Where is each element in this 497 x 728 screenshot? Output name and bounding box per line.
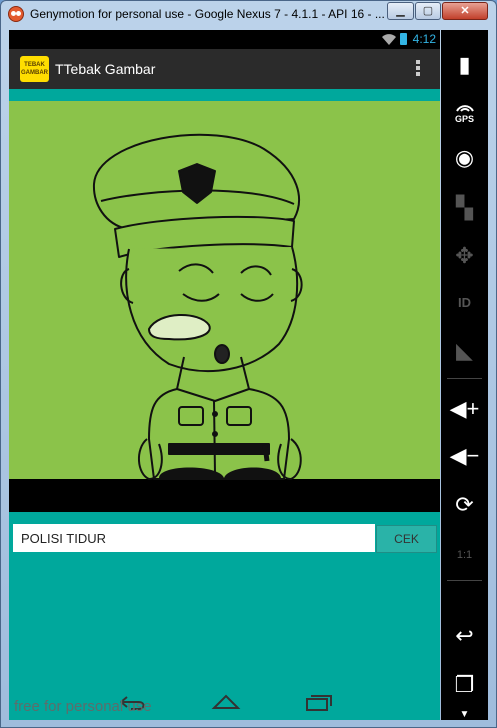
genymotion-icon bbox=[8, 6, 24, 22]
gps-label: GPS bbox=[454, 114, 474, 124]
emulator-window: Genymotion for personal use - Google Nex… bbox=[0, 0, 497, 728]
scale-icon: 1:1 bbox=[456, 549, 473, 561]
android-screen: 4:12 TEBAK GAMBAR TTebak Gambar POLISI T… bbox=[9, 30, 440, 720]
side-back-icon[interactable]: ↩ bbox=[441, 623, 488, 649]
overflow-menu-icon[interactable] bbox=[416, 60, 420, 78]
dpad-icon: ✥ bbox=[455, 243, 474, 268]
status-time: 4:12 bbox=[412, 32, 436, 46]
app-title: TTebak Gambar bbox=[55, 61, 156, 77]
battery-icon bbox=[400, 33, 407, 45]
gps-icon[interactable]: GPS bbox=[441, 102, 488, 124]
cek-button[interactable]: CEK bbox=[376, 525, 437, 553]
network-icon: ◣ bbox=[456, 338, 473, 363]
android-status-bar: 4:12 bbox=[9, 30, 440, 49]
app-logo: TEBAK GAMBAR bbox=[20, 56, 49, 82]
minimize-button[interactable]: ▁ bbox=[387, 2, 414, 20]
wifi-icon bbox=[382, 34, 396, 45]
recent-apps-icon[interactable] bbox=[303, 693, 333, 711]
rotate-icon[interactable]: ⟳ bbox=[441, 492, 488, 518]
window-title: Genymotion for personal use - Google Nex… bbox=[30, 7, 385, 21]
watermark-text: free for personal use bbox=[14, 698, 152, 715]
answer-input[interactable] bbox=[13, 524, 375, 552]
home-icon[interactable] bbox=[211, 693, 241, 711]
action-bar: TEBAK GAMBAR TTebak Gambar bbox=[9, 49, 440, 89]
maximize-button[interactable]: ▢ bbox=[415, 2, 441, 20]
media-icon: ▚ bbox=[456, 195, 473, 220]
volume-down-icon[interactable]: ◀− bbox=[441, 443, 488, 469]
sidebar-divider bbox=[447, 378, 482, 379]
quiz-picture bbox=[9, 89, 440, 512]
window-titlebar[interactable]: Genymotion for personal use - Google Nex… bbox=[1, 1, 497, 27]
volume-up-icon[interactable]: ◀+ bbox=[441, 396, 488, 422]
device-id-icon: ID bbox=[458, 295, 471, 310]
webcam-icon[interactable]: ◉ bbox=[441, 145, 488, 171]
more-arrow-icon[interactable]: ▼ bbox=[441, 702, 488, 728]
genymotion-sidebar: ▮ GPS ◉ ▚ ✥ ID ◣ ◀+ ◀− ⟳ 1:1 ↩ ❐ ▼ bbox=[441, 30, 488, 720]
battery-widget-icon[interactable]: ▮ bbox=[441, 52, 488, 78]
close-button[interactable]: ✕ bbox=[442, 2, 488, 20]
sidebar-divider-2 bbox=[447, 580, 482, 581]
side-recent-icon[interactable]: ❐ bbox=[441, 672, 488, 698]
